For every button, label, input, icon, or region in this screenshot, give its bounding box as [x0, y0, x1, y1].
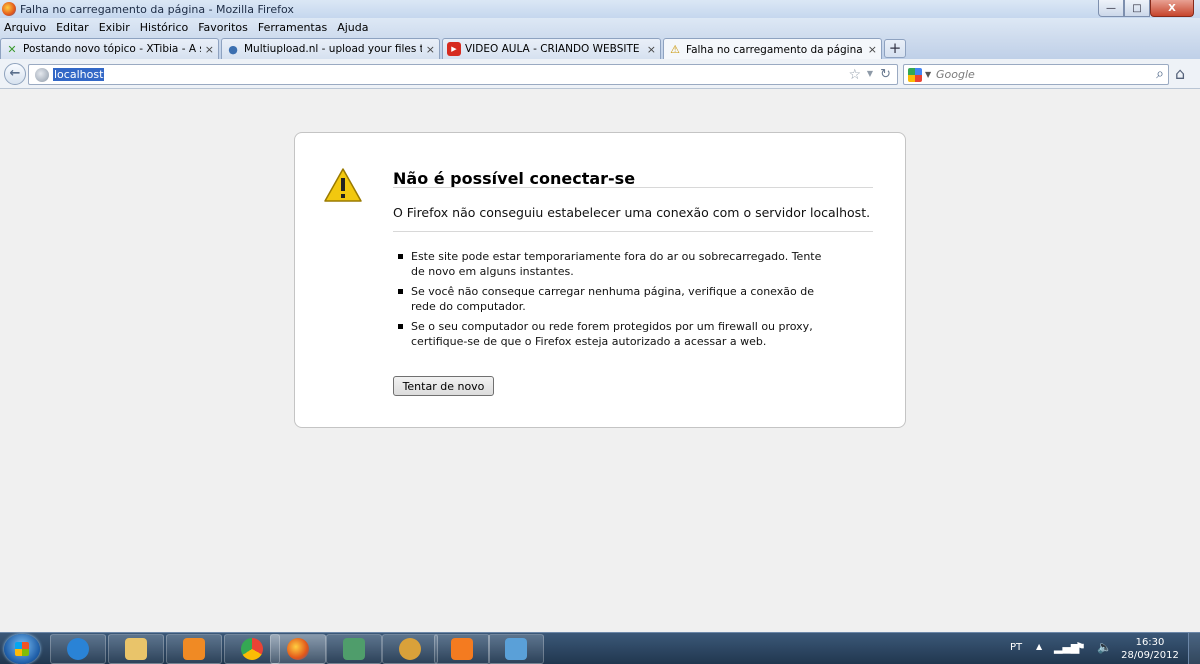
- tab-multiupload[interactable]: ● Multiupload.nl - upload your files to …: [221, 38, 440, 59]
- tab-label: Postando novo tópico - XTibia - A su...: [23, 43, 201, 55]
- new-tab-button[interactable]: +: [884, 39, 906, 58]
- bookmark-star-icon[interactable]: ☆: [848, 67, 861, 83]
- monitor-app-icon: [343, 638, 365, 660]
- menu-favoritos[interactable]: Favoritos: [198, 21, 248, 34]
- tab-label: VIDEO AULA - CRIANDO WEBSITE CO...: [465, 43, 643, 55]
- clock-time: 16:30: [1135, 637, 1165, 648]
- taskbar-media-player[interactable]: [166, 634, 222, 664]
- tab-falha-carregamento[interactable]: ⚠ Falha no carregamento da página ×: [663, 38, 882, 60]
- taskbar-user-app[interactable]: [382, 634, 438, 664]
- maximize-button[interactable]: □: [1124, 0, 1150, 17]
- reload-icon[interactable]: ↻: [880, 67, 891, 82]
- tab-xtibia[interactable]: ✕ Postando novo tópico - XTibia - A su..…: [0, 38, 219, 59]
- window-controls: — □ X: [1098, 0, 1194, 17]
- taskbar-monitor-app[interactable]: [326, 634, 382, 664]
- search-bar[interactable]: ▼ Google ⌕: [903, 64, 1169, 85]
- taskbar-internet-explorer[interactable]: [50, 634, 106, 664]
- search-icon[interactable]: ⌕: [1156, 66, 1164, 82]
- taskbar-paint[interactable]: [488, 634, 544, 664]
- tab-close-icon[interactable]: ×: [868, 43, 877, 56]
- list-item: Se você não conseque carregar nenhuma pá…: [398, 284, 838, 314]
- divider: [393, 231, 873, 232]
- language-indicator[interactable]: PT: [1010, 642, 1022, 653]
- error-title: Não é possível conectar-se: [393, 169, 636, 188]
- tab-bar: ✕ Postando novo tópico - XTibia - A su..…: [0, 37, 1200, 60]
- tray-expand-icon[interactable]: ▲: [1036, 642, 1042, 651]
- tab-video-aula[interactable]: ▶ VIDEO AULA - CRIANDO WEBSITE CO... ×: [442, 38, 661, 59]
- globe-icon: [35, 68, 49, 82]
- xampp-icon: [451, 638, 473, 660]
- multiupload-icon: ●: [228, 42, 238, 56]
- url-bar[interactable]: localhost ☆ ▼ ↻: [28, 64, 898, 85]
- system-clock[interactable]: 16:30 28/09/2012: [1120, 636, 1180, 662]
- show-desktop-button[interactable]: [1188, 633, 1200, 664]
- firefox-icon: [2, 2, 16, 16]
- home-icon[interactable]: ⌂: [1175, 64, 1185, 83]
- list-item: Este site pode estar temporariamente for…: [398, 249, 838, 279]
- file-explorer-icon: [125, 638, 147, 660]
- taskbar-xampp[interactable]: [434, 634, 490, 664]
- tab-close-icon[interactable]: ×: [426, 43, 435, 56]
- error-suggestions-list: Este site pode estar temporariamente for…: [398, 249, 838, 354]
- warning-icon: ⚠: [670, 43, 680, 56]
- back-button[interactable]: ←: [4, 63, 26, 85]
- menu-ferramentas[interactable]: Ferramentas: [258, 21, 327, 34]
- start-button[interactable]: [4, 634, 40, 664]
- tab-close-icon[interactable]: ×: [205, 43, 214, 56]
- taskbar-firefox[interactable]: [270, 634, 326, 664]
- tab-label: Multiupload.nl - upload your files to ..…: [244, 43, 422, 55]
- firefox-icon: [287, 638, 309, 660]
- action-center-flag-icon[interactable]: ⚑: [1075, 640, 1086, 654]
- xtibia-icon: ✕: [7, 42, 17, 56]
- url-text[interactable]: localhost: [53, 68, 105, 81]
- window-title: Falha no carregamento da página - Mozill…: [20, 2, 294, 16]
- page-content: Não é possível conectar-se O Firefox não…: [0, 90, 1200, 632]
- url-dropdown-icon[interactable]: ▼: [867, 69, 873, 78]
- retry-button[interactable]: Tentar de novo: [393, 376, 494, 396]
- menu-editar[interactable]: Editar: [56, 21, 89, 34]
- navigation-bar: ← localhost ☆ ▼ ↻ ▼ Google ⌕ ⌂: [0, 59, 1200, 89]
- menu-ajuda[interactable]: Ajuda: [337, 21, 368, 34]
- divider: [393, 187, 873, 188]
- windows-taskbar: PT ▲ ▂▄▆ ⚑ 🔈 16:30 28/09/2012: [0, 632, 1200, 664]
- search-engine-dropdown-icon[interactable]: ▼: [925, 70, 931, 79]
- internet-explorer-icon: [67, 638, 89, 660]
- google-icon[interactable]: [908, 68, 922, 82]
- window-titlebar: Falha no carregamento da página - Mozill…: [0, 0, 1200, 18]
- menu-exibir[interactable]: Exibir: [99, 21, 130, 34]
- windows-logo-icon: [15, 642, 29, 656]
- search-placeholder: Google: [936, 68, 975, 81]
- menu-bar: Arquivo Editar Exibir Histórico Favorito…: [0, 18, 1200, 37]
- menu-arquivo[interactable]: Arquivo: [4, 21, 46, 34]
- error-description: O Firefox não conseguiu estabelecer uma …: [393, 205, 871, 220]
- taskbar-file-explorer[interactable]: [108, 634, 164, 664]
- minimize-button[interactable]: —: [1098, 0, 1124, 17]
- tab-close-icon[interactable]: ×: [647, 43, 656, 56]
- media-player-icon: [183, 638, 205, 660]
- list-item: Se o seu computador ou rede forem proteg…: [398, 319, 838, 349]
- paint-icon: [505, 638, 527, 660]
- menu-historico[interactable]: Histórico: [140, 21, 188, 34]
- close-button[interactable]: X: [1150, 0, 1194, 17]
- tab-label: Falha no carregamento da página: [686, 43, 863, 56]
- volume-icon[interactable]: 🔈: [1097, 640, 1112, 654]
- user-avatar-app-icon: [399, 638, 421, 660]
- youtube-icon: ▶: [447, 42, 461, 56]
- warning-triangle-icon: [324, 168, 362, 202]
- clock-date: 28/09/2012: [1121, 650, 1179, 661]
- error-panel: Não é possível conectar-se O Firefox não…: [294, 132, 906, 428]
- chrome-icon: [241, 638, 263, 660]
